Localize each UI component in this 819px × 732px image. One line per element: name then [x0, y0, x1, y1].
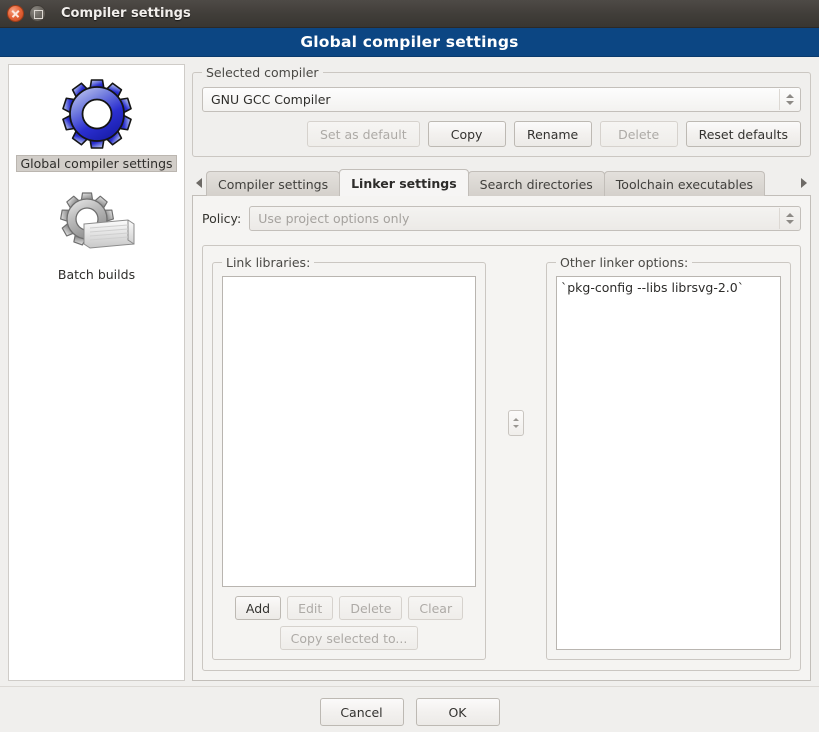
clear-libraries-button[interactable]: Clear: [408, 596, 464, 620]
other-linker-options-group: Other linker options: `pkg-config --libs…: [546, 255, 791, 660]
compiler-select[interactable]: GNU GCC Compiler: [202, 87, 801, 112]
sidebar-item-global-compiler-settings[interactable]: Global compiler settings: [9, 71, 184, 182]
chevron-right-icon: [801, 177, 807, 188]
sidebar-item-batch-builds[interactable]: Batch builds: [9, 182, 184, 293]
tabstrip: Compiler settings Linker settings Search…: [192, 169, 811, 196]
tab-list: Compiler settings Linker settings Search…: [206, 169, 797, 196]
reorder-column: [495, 246, 537, 670]
delete-library-button[interactable]: Delete: [339, 596, 403, 620]
cancel-button[interactable]: Cancel: [319, 698, 404, 726]
copy-selected-to-button[interactable]: Copy selected to...: [279, 626, 419, 650]
tab-scroll-right-button[interactable]: [797, 169, 811, 196]
up-down-spinner-icon[interactable]: [508, 410, 524, 436]
ok-button[interactable]: OK: [415, 698, 500, 726]
spinner-icon[interactable]: [779, 89, 799, 110]
settings-panel: Selected compiler GNU GCC Compiler Set a…: [192, 64, 811, 681]
compiler-select-value: GNU GCC Compiler: [211, 92, 331, 107]
window-title: Compiler settings: [61, 6, 191, 21]
copy-button[interactable]: Copy: [427, 121, 506, 147]
delete-compiler-button[interactable]: Delete: [599, 121, 678, 147]
other-linker-options-label: Other linker options:: [556, 255, 693, 270]
page-title: Global compiler settings: [300, 33, 519, 51]
copy-selected-row: Copy selected to...: [222, 626, 476, 650]
policy-select[interactable]: Use project options only: [249, 206, 801, 231]
edit-library-button[interactable]: Edit: [287, 596, 334, 620]
chevron-down-icon: [785, 220, 794, 224]
linker-settings-page: Policy: Use project options only Link li…: [192, 195, 811, 681]
dialog-footer: Cancel OK: [0, 686, 819, 732]
chevron-left-icon: [196, 177, 202, 188]
compiler-actions: Set as default Copy Rename Delete Reset …: [202, 121, 801, 147]
blue-gear-icon: [56, 75, 138, 151]
selected-compiler-group: Selected compiler GNU GCC Compiler Set a…: [192, 65, 811, 157]
reset-defaults-button[interactable]: Reset defaults: [685, 121, 801, 147]
link-libraries-group: Link libraries: Add Edit Delete Clear Co…: [212, 255, 486, 660]
rename-button[interactable]: Rename: [513, 121, 592, 147]
other-linker-options-text: `pkg-config --libs librsvg-2.0`: [561, 280, 744, 295]
sidebar: Global compiler settings Batch builds: [8, 64, 185, 681]
policy-label: Policy:: [202, 211, 242, 226]
link-libraries-listbox[interactable]: [222, 276, 476, 587]
tab-toolchain-executables[interactable]: Toolchain executables: [603, 171, 766, 196]
link-libraries-label: Link libraries:: [222, 255, 315, 270]
maximize-icon[interactable]: [29, 5, 46, 22]
page-header: Global compiler settings: [0, 28, 819, 57]
other-linker-options-textarea[interactable]: `pkg-config --libs librsvg-2.0`: [556, 276, 781, 650]
tab-search-directories[interactable]: Search directories: [467, 171, 605, 196]
tab-compiler-settings[interactable]: Compiler settings: [206, 171, 341, 196]
link-libraries-column: Link libraries: Add Edit Delete Clear Co…: [203, 246, 495, 670]
tab-linker-settings[interactable]: Linker settings: [339, 169, 469, 196]
close-icon[interactable]: [7, 5, 24, 22]
linker-lists-group: Link libraries: Add Edit Delete Clear Co…: [202, 245, 801, 671]
link-libraries-actions: Add Edit Delete Clear: [222, 596, 476, 620]
spinner-icon[interactable]: [779, 208, 799, 229]
policy-row: Policy: Use project options only: [202, 206, 801, 231]
chevron-up-icon: [513, 418, 519, 421]
chevron-down-icon: [785, 101, 794, 105]
selected-compiler-group-label: Selected compiler: [202, 65, 323, 80]
policy-select-value: Use project options only: [258, 211, 410, 226]
grey-gear-pages-icon: [54, 186, 140, 262]
set-as-default-button[interactable]: Set as default: [306, 121, 420, 147]
sidebar-item-label: Batch builds: [57, 267, 136, 282]
tab-scroll-left-button[interactable]: [192, 169, 206, 196]
add-library-button[interactable]: Add: [234, 596, 282, 620]
sidebar-item-label: Global compiler settings: [16, 155, 177, 172]
other-linker-options-column: Other linker options: `pkg-config --libs…: [537, 246, 800, 670]
dialog-body: Global compiler settings Batch builds Se…: [0, 57, 819, 681]
chevron-up-icon: [785, 213, 794, 217]
chevron-down-icon: [513, 425, 519, 428]
chevron-up-icon: [785, 94, 794, 98]
window-titlebar: Compiler settings: [0, 0, 819, 28]
